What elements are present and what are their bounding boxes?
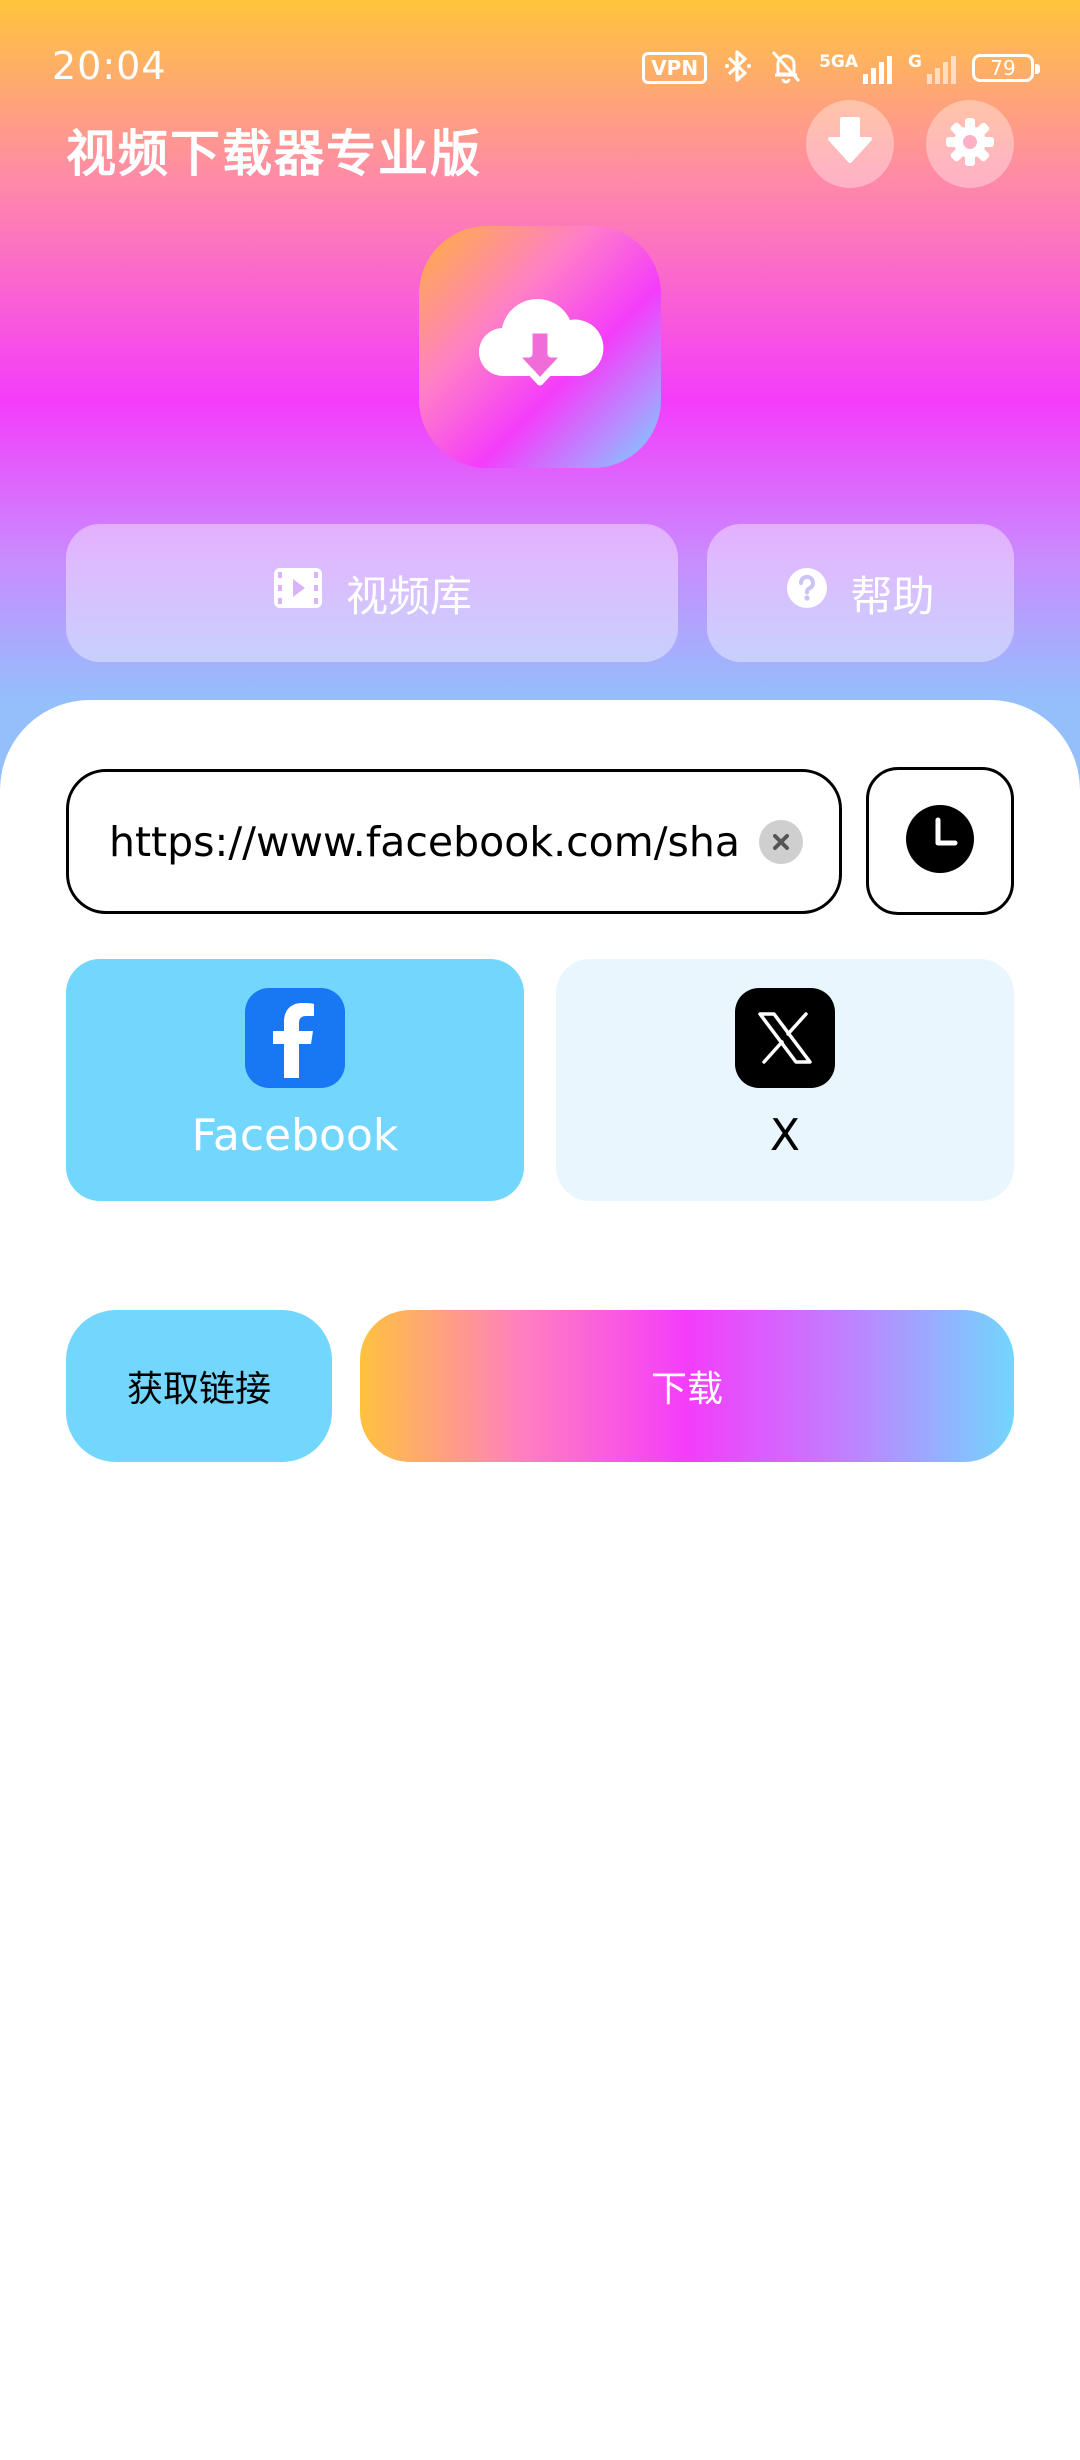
bluetooth-icon: [723, 49, 753, 87]
status-bar: 20:04 VPN 5GA G 79: [0, 0, 1080, 130]
help-button[interactable]: 帮助: [707, 524, 1014, 662]
facebook-icon: [245, 988, 345, 1088]
video-library-label: 视频库: [345, 571, 472, 621]
status-time: 20:04: [52, 44, 167, 88]
help-icon: [786, 567, 828, 619]
download-button[interactable]: 下载: [360, 1310, 1014, 1462]
app-title: 视频下载器专业版: [66, 125, 482, 183]
url-input[interactable]: https://www.facebook.com/share: [66, 769, 842, 914]
platform-x-card[interactable]: X: [556, 959, 1014, 1201]
settings-button[interactable]: [926, 100, 1014, 188]
get-link-button[interactable]: 获取链接: [66, 1310, 332, 1462]
help-label: 帮助: [850, 571, 935, 621]
cellular-signal-2-icon: G: [908, 52, 956, 84]
clock-icon: [905, 804, 975, 878]
download-arrow-icon: [824, 115, 876, 173]
close-icon: [773, 833, 789, 850]
app-logo: [419, 226, 661, 468]
vpn-icon: VPN: [642, 52, 708, 84]
downloads-button[interactable]: [806, 100, 894, 188]
cloud-download-icon: [470, 290, 610, 404]
battery-icon: 79: [972, 54, 1040, 82]
x-icon: [735, 988, 835, 1088]
platform-x-label: X: [769, 1110, 801, 1161]
video-library-button[interactable]: 视频库: [66, 524, 678, 662]
url-input-value[interactable]: https://www.facebook.com/share: [109, 818, 737, 866]
network-type-label: 5GA: [819, 52, 859, 72]
platform-facebook-card[interactable]: Facebook: [66, 959, 524, 1201]
clear-url-button[interactable]: [759, 819, 803, 864]
gear-icon: [944, 116, 996, 172]
history-button[interactable]: [866, 767, 1014, 915]
network-type-2-label: G: [908, 52, 922, 72]
cellular-signal-icon: 5GA: [819, 52, 893, 84]
platform-facebook-label: Facebook: [191, 1110, 399, 1161]
mute-bell-icon: [769, 48, 803, 88]
video-library-icon: [272, 566, 324, 620]
status-icons: VPN 5GA G 79: [642, 48, 1040, 88]
